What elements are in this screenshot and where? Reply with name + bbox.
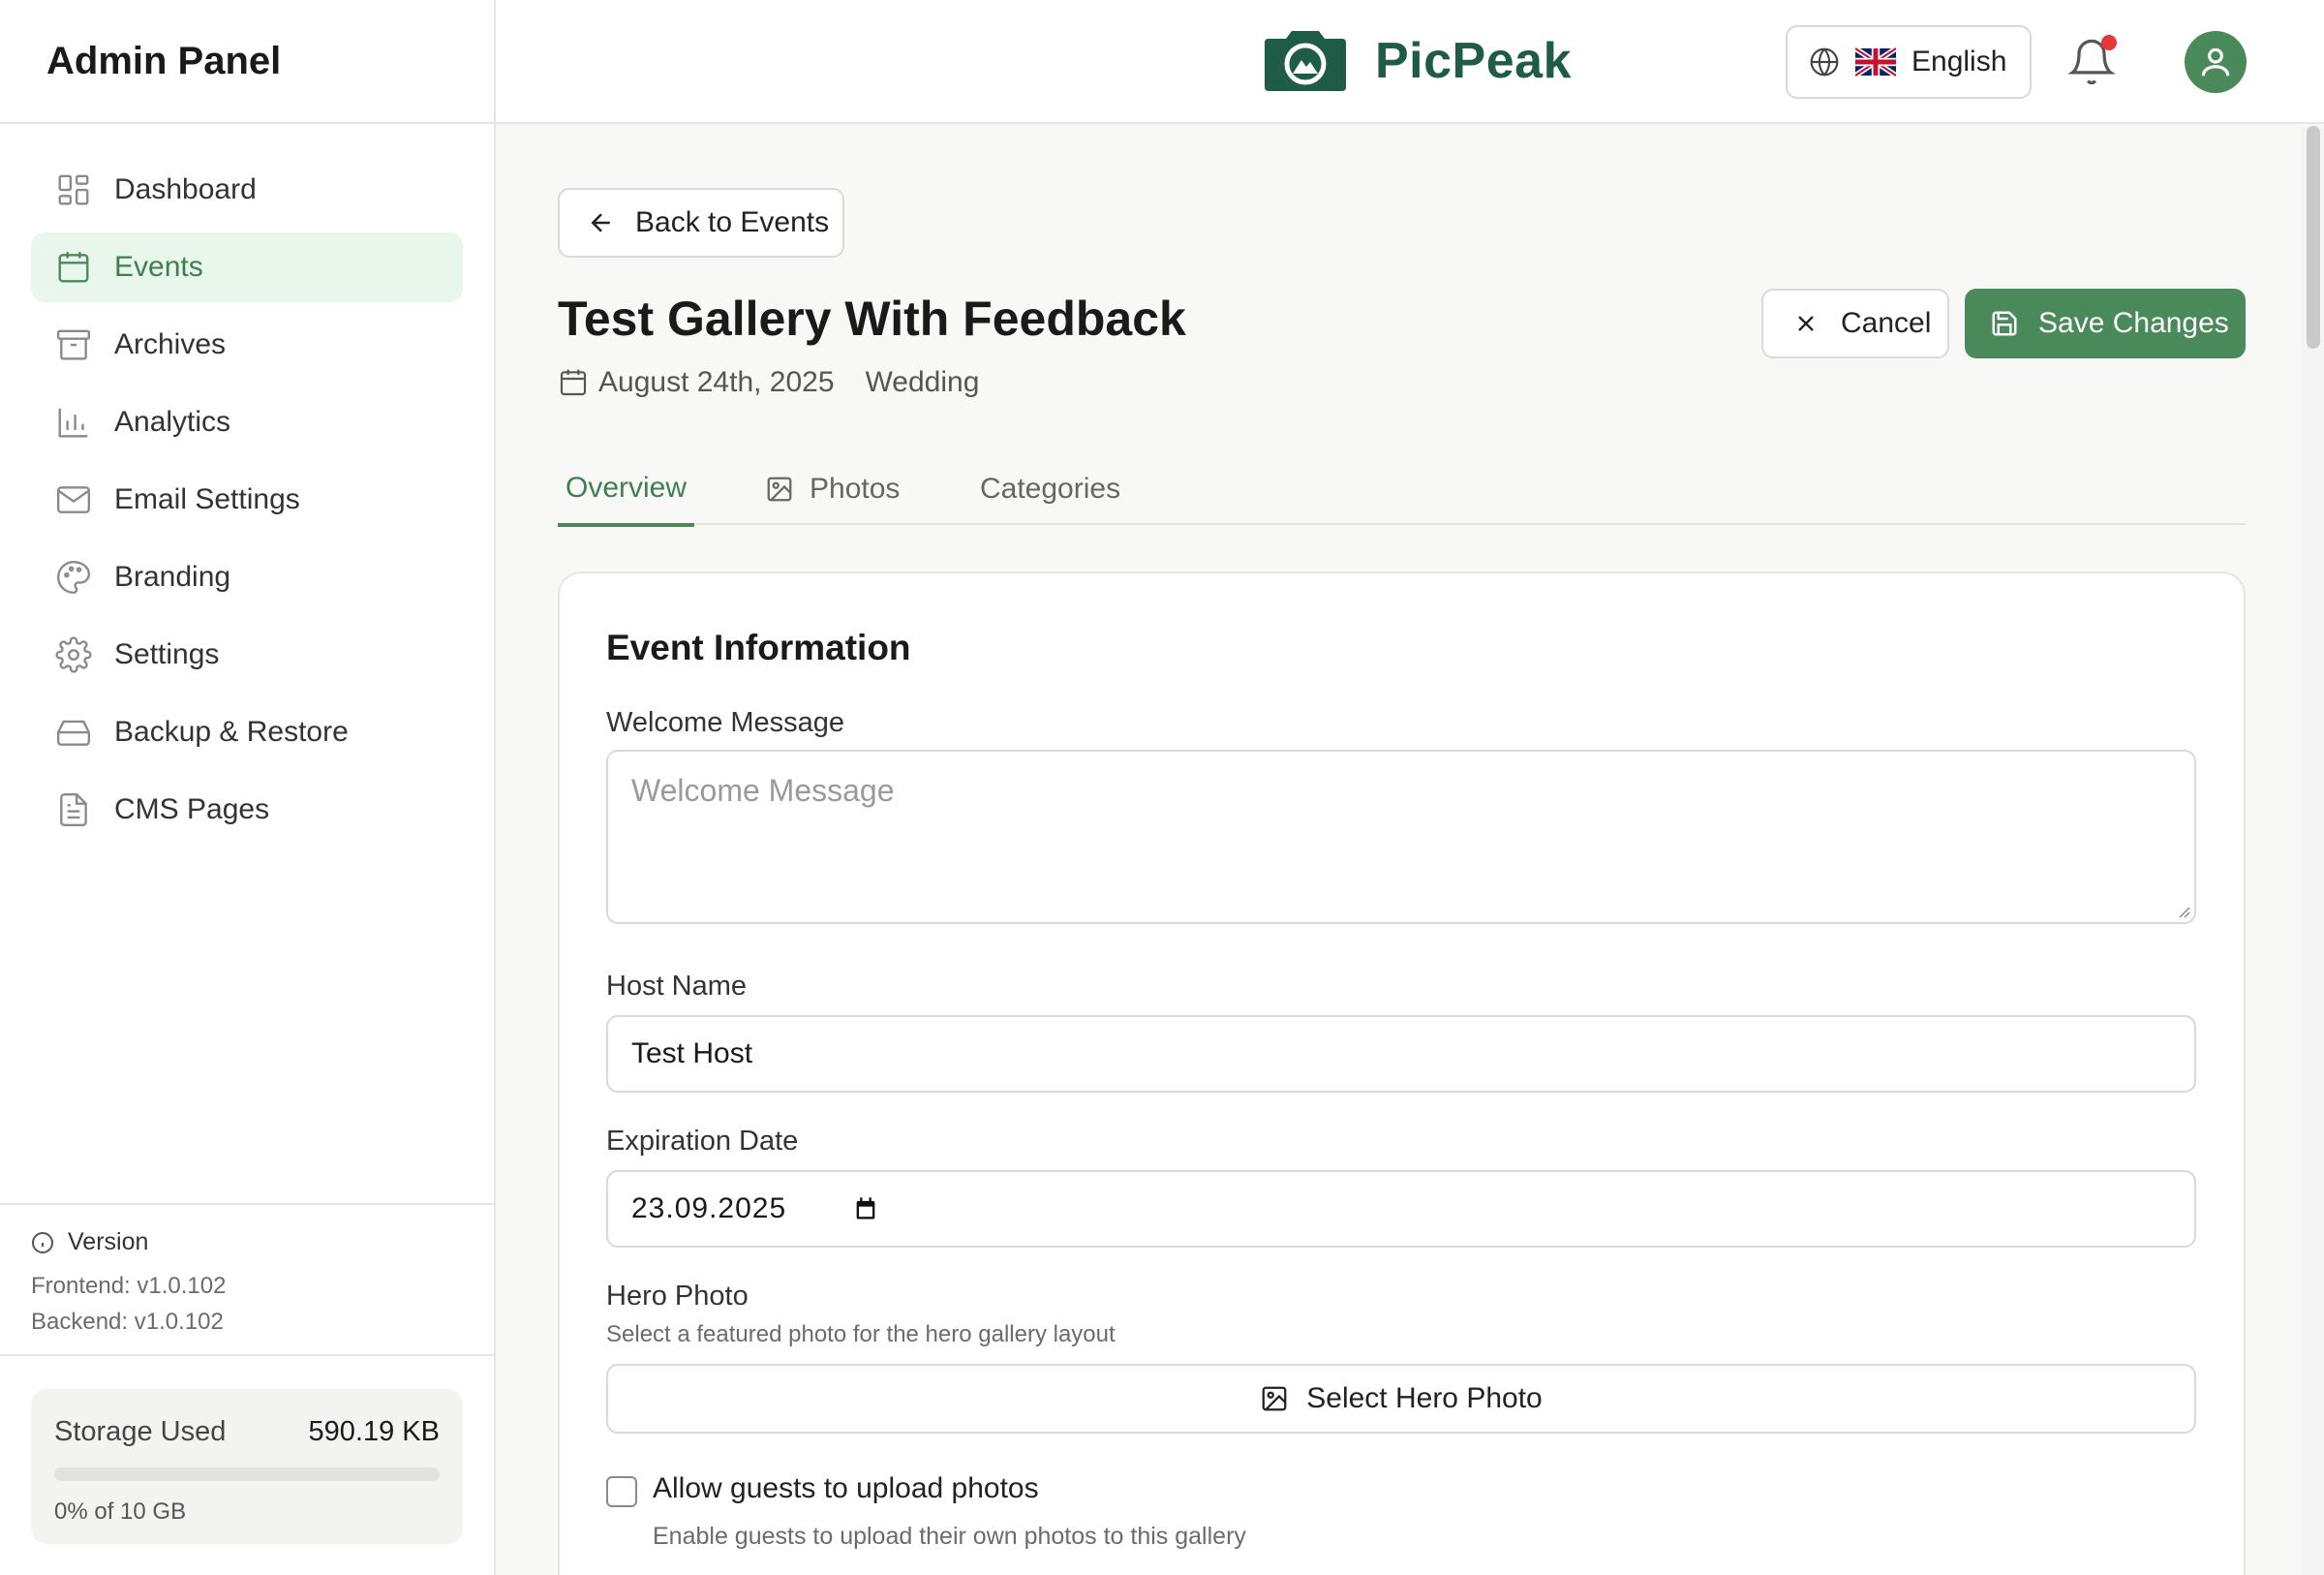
allow-guest-upload-checkbox[interactable] <box>606 1476 637 1507</box>
hard-drive-icon <box>54 713 93 752</box>
version-info: Version Frontend: v1.0.102 Backend: v1.0… <box>0 1203 494 1356</box>
image-icon <box>1262 1386 1287 1411</box>
sidebar-item-archives[interactable]: Archives <box>31 310 463 380</box>
sidebar-item-label: Settings <box>114 638 220 670</box>
sidebar-item-branding[interactable]: Branding <box>31 542 463 612</box>
cancel-label: Cancel <box>1841 307 1932 339</box>
uk-flag-icon <box>1855 46 1896 77</box>
brand[interactable]: PicPeak <box>1261 29 1572 93</box>
select-hero-photo-button[interactable]: Select Hero Photo <box>606 1364 2196 1434</box>
language-selector[interactable]: English <box>1786 25 2032 99</box>
scrollbar-thumb[interactable] <box>2307 126 2320 349</box>
sidebar-item-label: CMS Pages <box>114 793 270 825</box>
save-changes-button[interactable]: Save Changes <box>1965 289 2246 358</box>
camera-logo-icon <box>1265 31 1346 91</box>
tab-label: Categories <box>980 473 1121 505</box>
tab-categories[interactable]: Categories <box>980 453 1120 525</box>
brand-name: PicPeak <box>1375 33 1572 89</box>
version-label: Version <box>68 1228 149 1255</box>
welcome-message-placeholder: Welcome Message <box>631 773 895 808</box>
storage-card: Storage Used 590.19 KB 0% of 10 GB <box>31 1389 463 1544</box>
sidebar-item-label: Backup & Restore <box>114 716 349 748</box>
sidebar: Admin Panel Dashboard Events Archives An… <box>0 0 496 1575</box>
mail-icon <box>54 480 93 519</box>
palette-icon <box>54 558 93 597</box>
select-hero-photo-label: Select Hero Photo <box>1306 1382 1543 1414</box>
user-icon <box>2201 47 2230 77</box>
archive-icon <box>54 325 93 364</box>
storage-value: 590.19 KB <box>308 1416 440 1447</box>
sidebar-item-label: Branding <box>114 561 231 593</box>
sidebar-item-label: Email Settings <box>114 483 300 515</box>
storage-progress-bar <box>54 1467 440 1481</box>
calendar-icon <box>560 369 587 396</box>
hero-photo-hint: Select a featured photo for the hero gal… <box>606 1321 1116 1347</box>
sidebar-item-events[interactable]: Events <box>31 232 463 302</box>
version-title: Version <box>31 1228 463 1256</box>
close-icon <box>1798 316 1814 331</box>
file-text-icon <box>54 790 93 829</box>
globe-icon <box>1810 47 1839 77</box>
storage-label: Storage Used <box>54 1416 227 1447</box>
sidebar-title: Admin Panel <box>46 39 282 82</box>
host-name-label: Host Name <box>606 971 748 1002</box>
welcome-message-label: Welcome Message <box>606 707 845 738</box>
language-label: English <box>1911 46 2007 77</box>
tab-photos[interactable]: Photos <box>765 453 900 525</box>
frontend-version: Frontend: v1.0.102 <box>31 1273 227 1299</box>
backend-version: Backend: v1.0.102 <box>31 1309 224 1335</box>
event-date: August 24th, 2025 <box>598 366 835 398</box>
sidebar-item-label: Dashboard <box>114 173 257 205</box>
sidebar-item-analytics[interactable]: Analytics <box>31 387 463 457</box>
gear-icon <box>54 635 93 674</box>
back-label: Back to Events <box>635 206 830 238</box>
sidebar-nav: Dashboard Events Archives Analytics Emai… <box>0 124 494 845</box>
storage-percent: 0% of 10 GB <box>54 1498 187 1525</box>
host-name-value: Test Host <box>631 1037 753 1069</box>
page-title: Test Gallery With Feedback <box>558 292 1186 346</box>
app-root: Admin Panel Dashboard Events Archives An… <box>0 0 2324 1575</box>
resize-handle-icon[interactable] <box>2175 903 2190 918</box>
event-type: Wedding <box>865 366 980 398</box>
top-bar: PicPeak English <box>496 0 2324 124</box>
allow-guest-upload-label[interactable]: Allow guests to upload photos <box>653 1472 1039 1505</box>
sidebar-item-email-settings[interactable]: Email Settings <box>31 465 463 535</box>
info-icon <box>32 1231 53 1253</box>
cancel-button[interactable]: Cancel <box>1761 289 1949 358</box>
sidebar-item-backup-restore[interactable]: Backup & Restore <box>31 697 463 767</box>
dashboard-icon <box>54 170 93 209</box>
sidebar-item-cms-pages[interactable]: CMS Pages <box>31 775 463 845</box>
sidebar-header: Admin Panel <box>0 0 494 124</box>
event-meta: August 24th, 2025 Wedding <box>558 366 979 399</box>
save-icon <box>1992 311 2017 336</box>
sidebar-item-label: Archives <box>114 328 227 360</box>
bar-chart-icon <box>54 403 93 442</box>
notification-badge <box>2101 35 2117 50</box>
sidebar-item-settings[interactable]: Settings <box>31 620 463 690</box>
back-to-events-button[interactable]: Back to Events <box>558 188 844 258</box>
arrow-left-icon <box>591 213 610 232</box>
image-icon <box>767 477 792 502</box>
tab-overview[interactable]: Overview <box>558 453 695 527</box>
main-content: Back to Events Test Gallery With Feedbac… <box>496 126 2301 1575</box>
sidebar-item-dashboard[interactable]: Dashboard <box>31 155 463 225</box>
sidebar-item-label: Events <box>114 251 203 283</box>
expiration-date-field[interactable]: 23.09.2025 <box>606 1170 2196 1248</box>
calendar-icon <box>54 248 93 287</box>
user-avatar[interactable] <box>2185 31 2247 93</box>
event-information-card: Event Information Welcome Message Welcom… <box>558 571 2246 1575</box>
save-label: Save Changes <box>2038 307 2229 339</box>
allow-guest-upload-hint: Enable guests to upload their own photos… <box>653 1523 1246 1550</box>
tab-label: Photos <box>810 473 901 505</box>
expiration-date-value: 23.09.2025 <box>631 1192 787 1224</box>
tab-label: Overview <box>566 472 688 504</box>
calendar-picker-icon[interactable] <box>852 1195 879 1222</box>
tab-bar: Overview Photos Categories <box>558 453 2246 527</box>
hero-photo-label: Hero Photo <box>606 1281 749 1312</box>
host-name-field[interactable]: Test Host <box>606 1015 2196 1093</box>
sidebar-item-label: Analytics <box>114 406 231 438</box>
welcome-message-field[interactable]: Welcome Message <box>606 750 2196 924</box>
section-title: Event Information <box>606 628 911 667</box>
expiration-date-label: Expiration Date <box>606 1126 799 1157</box>
